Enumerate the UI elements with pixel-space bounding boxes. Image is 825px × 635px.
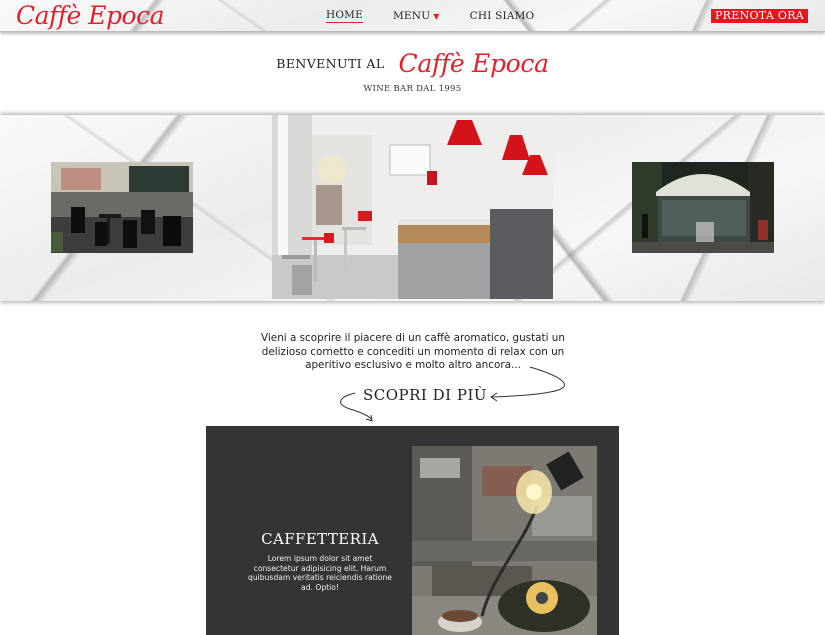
nav-item-menu-label: MENU: [392, 10, 431, 22]
coffee-lamp-photo-art: [412, 446, 597, 635]
nav-item-menu[interactable]: MENU ▼: [393, 10, 440, 22]
caffetteria-card: CAFFETTERIA Lorem ipsum dolor sit amet c…: [206, 426, 619, 635]
terrace-photo-art: [51, 162, 193, 253]
nav-item-home-label: HOME: [326, 9, 363, 21]
card-body: Lorem ipsum dolor sit amet consectetur a…: [248, 554, 392, 592]
photo-gallery: [0, 115, 825, 301]
hero-logo: Caffè Epoca: [398, 48, 550, 78]
gallery-photo-outdoor-terrace[interactable]: [51, 162, 193, 253]
nav-item-home[interactable]: HOME: [326, 9, 363, 23]
nav-item-chi-siamo-label: CHI SIAMO: [469, 10, 535, 22]
card-photo-coffee-lamp: [412, 446, 597, 635]
bar-interior-photo-art: [272, 115, 553, 299]
kiosk-photo-art: [632, 162, 774, 253]
discover-more-link[interactable]: SCOPRI DI PIÙ: [363, 386, 487, 404]
brand-logo[interactable]: Caffè Epoca: [16, 0, 165, 32]
gallery-photo-kiosk[interactable]: [632, 162, 774, 253]
nav-item-chi-siamo[interactable]: CHI SIAMO: [470, 10, 535, 22]
nav-links: HOME MENU ▼ CHI SIAMO: [326, 0, 564, 32]
gallery-photo-bar-interior[interactable]: [272, 115, 553, 299]
welcome-text: BENVENUTI AL: [276, 55, 385, 71]
hero-subtitle: WINE BAR DAL 1995: [363, 84, 462, 94]
book-now-button[interactable]: PRENOTA ORA: [711, 9, 808, 23]
hero-title: BENVENUTI AL Caffè Epoca: [0, 44, 825, 82]
card-title: CAFFETTERIA: [261, 530, 379, 548]
caret-down-icon: ▼: [433, 11, 440, 21]
navbar: Caffè Epoca HOME MENU ▼ CHI SIAMO PRENOT…: [0, 0, 825, 32]
